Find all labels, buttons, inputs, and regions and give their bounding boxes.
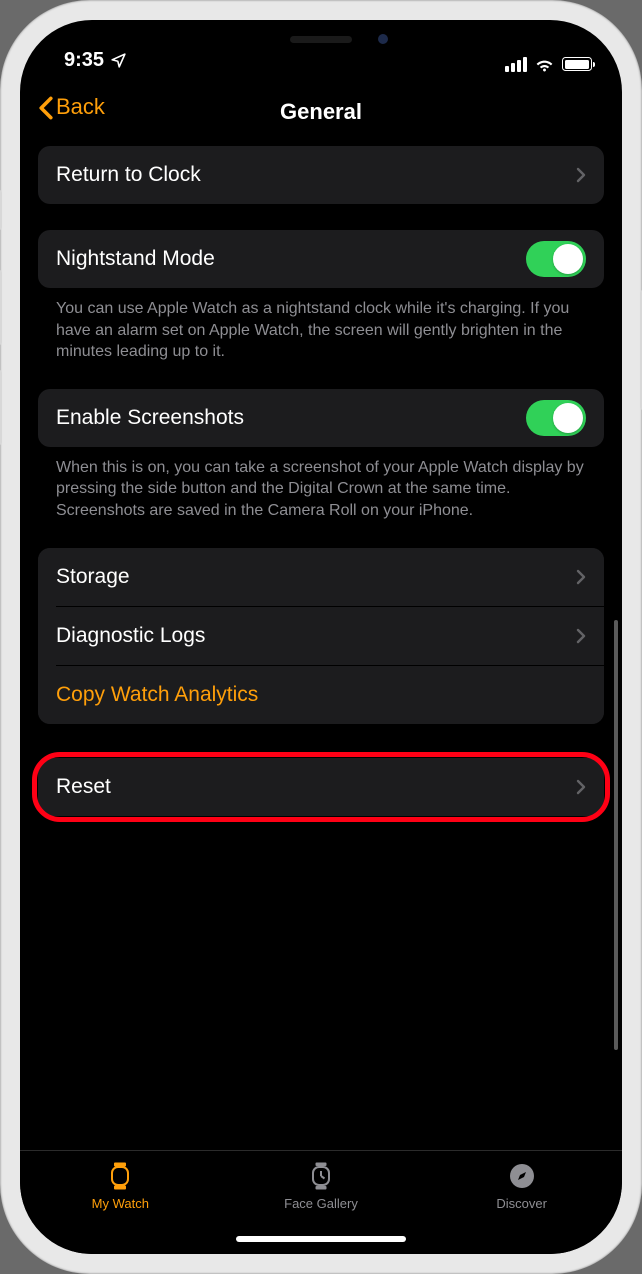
tab-discover[interactable]: Discover: [462, 1161, 582, 1211]
page-title: General: [280, 99, 362, 125]
home-indicator[interactable]: [236, 1236, 406, 1242]
nav-bar: Back General: [20, 84, 622, 140]
tab-label: My Watch: [92, 1196, 149, 1211]
settings-list[interactable]: Return to Clock Nightstand Mode You can …: [20, 140, 622, 1150]
tab-label: Discover: [496, 1196, 547, 1211]
copy-watch-analytics-row[interactable]: Copy Watch Analytics: [38, 666, 604, 724]
back-button[interactable]: Back: [38, 94, 105, 120]
compass-icon: [508, 1162, 536, 1190]
row-label: Reset: [56, 775, 111, 799]
row-label: Nightstand Mode: [56, 247, 215, 271]
tab-face-gallery[interactable]: Face Gallery: [261, 1161, 381, 1211]
diagnostic-logs-row[interactable]: Diagnostic Logs: [38, 607, 604, 665]
watch-icon: [106, 1161, 134, 1191]
row-label: Enable Screenshots: [56, 406, 244, 430]
cellular-icon: [505, 57, 527, 72]
device-frame: 9:35 Back: [0, 0, 642, 1274]
status-time: 9:35: [64, 49, 104, 72]
wifi-icon: [534, 56, 555, 72]
chevron-right-icon: [576, 628, 586, 644]
back-label: Back: [56, 94, 105, 120]
scroll-indicator: [614, 620, 618, 1050]
screenshots-toggle[interactable]: [526, 400, 586, 436]
chevron-left-icon: [38, 96, 54, 120]
reset-row[interactable]: Reset: [38, 758, 604, 816]
watch-face-icon: [309, 1161, 333, 1191]
row-label: Return to Clock: [56, 163, 201, 187]
nightstand-description: You can use Apple Watch as a nightstand …: [38, 288, 604, 363]
row-label: Storage: [56, 565, 130, 589]
enable-screenshots-row[interactable]: Enable Screenshots: [38, 389, 604, 447]
chevron-right-icon: [576, 167, 586, 183]
nightstand-toggle[interactable]: [526, 241, 586, 277]
notch: [186, 20, 456, 58]
location-icon: [110, 52, 127, 69]
row-label: Copy Watch Analytics: [56, 683, 258, 707]
nightstand-mode-row[interactable]: Nightstand Mode: [38, 230, 604, 288]
return-to-clock-row[interactable]: Return to Clock: [38, 146, 604, 204]
tab-label: Face Gallery: [284, 1196, 358, 1211]
chevron-right-icon: [576, 569, 586, 585]
chevron-right-icon: [576, 779, 586, 795]
row-label: Diagnostic Logs: [56, 624, 205, 648]
storage-row[interactable]: Storage: [38, 548, 604, 606]
screen: 9:35 Back: [20, 20, 622, 1254]
tab-my-watch[interactable]: My Watch: [60, 1161, 180, 1211]
battery-icon: [562, 57, 592, 71]
screenshots-description: When this is on, you can take a screensh…: [38, 447, 604, 522]
